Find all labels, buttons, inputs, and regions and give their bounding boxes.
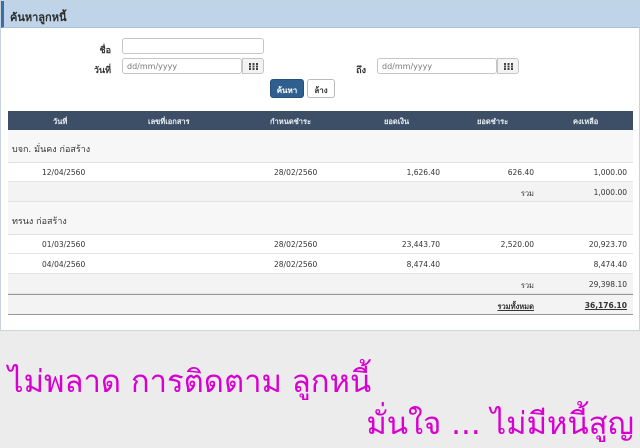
cell-balance: 20,923.70: [588, 240, 627, 249]
calendar-icon: [249, 63, 258, 70]
grand-total-label: รวมทั้งหมด: [497, 302, 534, 311]
col-due: กำหนดชำระ: [270, 117, 312, 126]
grand-total-row: รวมทั้งหมด 36,176.10: [8, 294, 633, 315]
table-row[interactable]: 04/04/2560 28/02/2560 8,474.40 8,474.40: [8, 254, 633, 274]
subtotal-label: รวม: [520, 189, 534, 198]
cell-due: 28/02/2560: [274, 260, 318, 269]
cell-amount: 8,474.40: [406, 260, 440, 269]
col-amount: ยอดเงิน: [384, 117, 410, 126]
cell-balance: 1,000.00: [593, 168, 627, 177]
promo-headline: ไม่พลาด การติดตาม ลูกหนี้: [8, 364, 372, 400]
calendar-from-button[interactable]: [242, 58, 264, 74]
cell-amount: 23,443.70: [401, 240, 440, 249]
date-from-label: วันที่: [93, 66, 111, 76]
group-header: บจก. มั่นคง ก่อสร้าง: [8, 130, 633, 163]
promo-subline: มั่นใจ ... ไม่มีหนี้สูญ: [366, 406, 634, 442]
cell-due: 28/02/2560: [274, 240, 318, 249]
date-to-label: ถึง: [356, 66, 366, 76]
group-name: ทรนง ก่อสร้าง: [12, 217, 67, 227]
group-header: ทรนง ก่อสร้าง: [8, 202, 633, 235]
table-row[interactable]: 01/03/2560 28/02/2560 23,443.70 2,520.00…: [8, 234, 633, 254]
debtor-table: วันที่ เลขที่เอกสาร กำหนดชำระ ยอดเงิน ยอ…: [8, 111, 633, 317]
panel-title: ค้นหาลูกหนี้: [1, 1, 639, 28]
subtotal-row: รวม 1,000.00: [8, 182, 633, 202]
col-paid: ยอดชำระ: [477, 117, 509, 126]
clear-button[interactable]: ล้าง: [307, 79, 335, 98]
date-from-input[interactable]: dd/mm/yyyy: [122, 58, 242, 74]
grand-total-value: 36,176.10: [584, 301, 627, 310]
cell-date: 04/04/2560: [42, 260, 86, 269]
name-label: ชื่อ: [99, 46, 111, 56]
name-input[interactable]: [122, 38, 264, 54]
date-to-input[interactable]: dd/mm/yyyy: [377, 58, 497, 74]
cell-due: 28/02/2560: [274, 168, 318, 177]
subtotal-value: 1,000.00: [593, 188, 627, 197]
col-date: วันที่: [53, 117, 68, 126]
subtotal-label: รวม: [520, 281, 534, 290]
cell-paid: 2,520.00: [500, 240, 534, 249]
group-name: บจก. มั่นคง ก่อสร้าง: [12, 145, 91, 155]
table-row[interactable]: 12/04/2560 28/02/2560 1,626.40 626.40 1,…: [8, 162, 633, 182]
cell-amount: 1,626.40: [406, 168, 440, 177]
cell-paid: 626.40: [507, 168, 534, 177]
calendar-to-button[interactable]: [497, 58, 519, 74]
col-balance: คงเหลือ: [573, 117, 599, 126]
table-header: วันที่ เลขที่เอกสาร กำหนดชำระ ยอดเงิน ยอ…: [8, 111, 633, 130]
cell-balance: 8,474.40: [593, 260, 627, 269]
cell-date: 01/03/2560: [42, 240, 86, 249]
subtotal-row: รวม 29,398.10: [8, 274, 633, 294]
col-doc: เลขที่เอกสาร: [148, 117, 190, 126]
search-button[interactable]: ค้นหา: [270, 79, 304, 98]
subtotal-value: 29,398.10: [588, 280, 627, 289]
search-debtor-panel: ค้นหาลูกหนี้ ชื่อ วันที่ dd/mm/yyyy ถึง …: [0, 0, 640, 331]
calendar-icon: [504, 63, 513, 70]
cell-date: 12/04/2560: [42, 168, 86, 177]
